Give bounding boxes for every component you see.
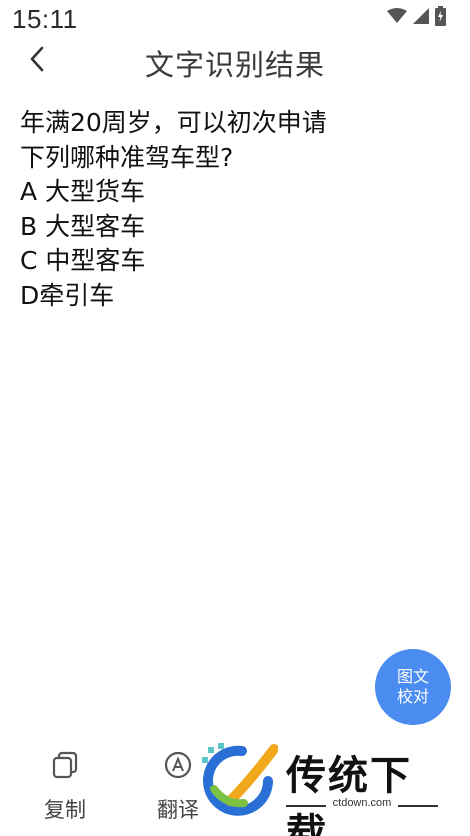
battery-icon bbox=[435, 6, 446, 30]
text-line: C 中型客车 bbox=[20, 246, 146, 275]
copy-icon bbox=[48, 748, 82, 782]
copy-button[interactable]: 复制 bbox=[25, 748, 105, 824]
watermark-url: ctdown.com bbox=[332, 797, 392, 809]
proofread-label-line2: 校对 bbox=[396, 687, 429, 706]
watermark-divider bbox=[398, 805, 438, 807]
recognized-text[interactable]: 年满20周岁，可以初次申请 下列哪种准驾车型? A 大型货车 B 大型客车 C … bbox=[20, 106, 450, 313]
status-time: 15:11 bbox=[12, 4, 78, 34]
proofread-button[interactable]: 图文 校对 bbox=[375, 649, 451, 725]
text-line: 年满20周岁，可以初次申请 bbox=[20, 108, 327, 137]
watermark-logo: 传统下载 ctdown.com bbox=[198, 737, 450, 836]
translate-label: 翻译 bbox=[157, 798, 199, 822]
proofread-label-line1: 图文 bbox=[396, 667, 429, 686]
text-line: B 大型客车 bbox=[20, 211, 146, 241]
page-title: 文字识别结果 bbox=[144, 48, 325, 82]
text-line: 下列哪种准驾车型? bbox=[20, 142, 234, 172]
text-line: A 大型货车 bbox=[20, 177, 146, 206]
status-icons bbox=[387, 6, 446, 30]
signal-icon bbox=[413, 8, 429, 28]
copy-label: 复制 bbox=[44, 798, 86, 822]
text-line: D牵引车 bbox=[20, 280, 115, 310]
translate-icon bbox=[161, 748, 195, 782]
header: 文字识别结果 bbox=[0, 38, 470, 84]
watermark-title: 传统下载 bbox=[286, 753, 412, 836]
ctdown-logo-icon bbox=[202, 743, 278, 816]
status-bar: 15:11 bbox=[0, 0, 470, 40]
wifi-icon bbox=[387, 8, 407, 28]
